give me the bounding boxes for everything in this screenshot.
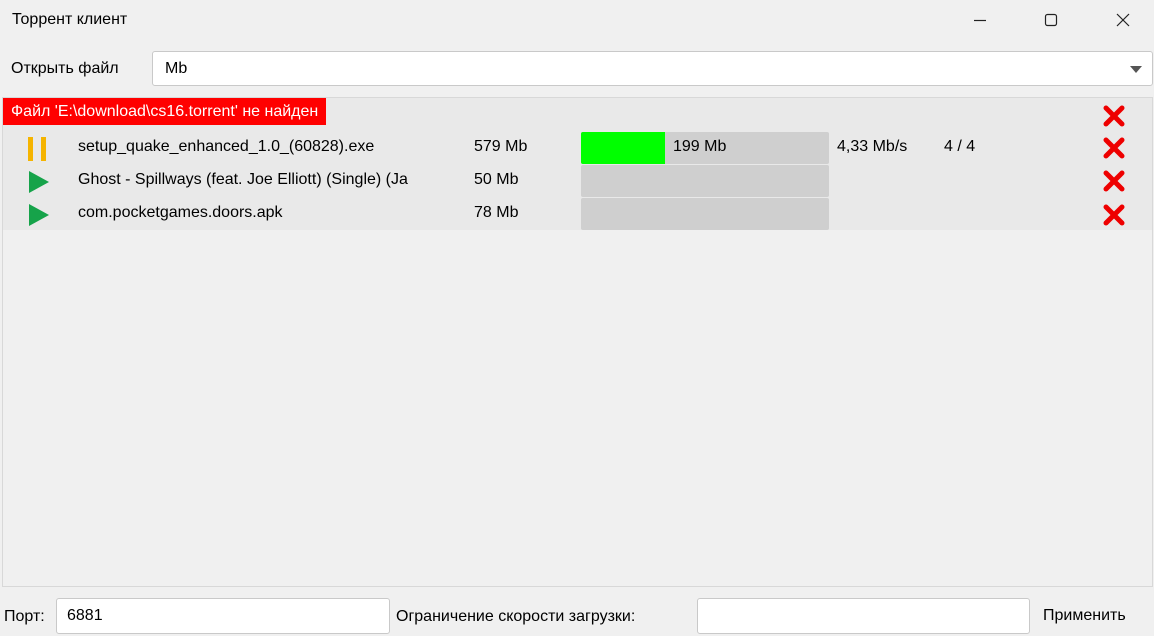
speed-limit-label: Ограничение скорости загрузки: [396,608,636,625]
apply-button[interactable]: Применить [1034,598,1154,634]
port-label: Порт: [4,608,45,625]
delete-torrent-button[interactable] [1101,135,1127,161]
unit-select-value: Mb [165,60,188,77]
minimize-icon [974,19,986,22]
progress-fill [581,132,666,164]
torrent-row: Ghost - Spillways (feat. Joe Elliott) (S… [3,164,1152,197]
pause-button[interactable] [25,135,51,161]
play-icon [29,171,49,193]
torrent-row: com.pocketgames.doors.apk 78 Mb [3,197,1152,230]
progress-bar: 199 Mb [581,132,829,164]
delete-torrent-button[interactable] [1101,168,1127,194]
torrent-name: com.pocketgames.doors.apk [78,204,283,221]
torrent-size: 78 Mb [474,204,519,221]
torrent-name: Ghost - Spillways (feat. Joe Elliott) (S… [78,171,408,188]
pause-icon [28,137,46,161]
delete-icon [1103,105,1125,127]
minimize-button[interactable] [956,0,1004,40]
dismiss-error-button[interactable] [1101,103,1127,129]
unit-select[interactable]: Mb [152,51,1153,86]
maximize-icon [1044,13,1058,27]
delete-icon [1103,137,1125,159]
play-button[interactable] [25,168,51,194]
title-bar: Торрент клиент [0,0,1154,40]
chevron-down-icon [1130,66,1142,73]
progress-bar [581,165,829,197]
delete-torrent-button[interactable] [1101,202,1127,228]
speed-limit-input[interactable] [697,598,1030,634]
download-speed: 4,33 Mb/s [837,138,908,155]
delete-icon [1103,170,1125,192]
play-button[interactable] [25,201,51,227]
torrent-list: Файл 'E:\download\cs16.torrent' не найде… [2,97,1153,587]
delete-icon [1103,204,1125,226]
torrent-row: setup_quake_enhanced_1.0_(60828).exe 579 … [3,131,1152,164]
close-button[interactable] [1099,0,1147,40]
window-title: Торрент клиент [12,11,128,28]
play-icon [29,204,49,226]
downloaded-amount: 199 Mb [673,138,727,155]
torrent-name: setup_quake_enhanced_1.0_(60828).exe [78,138,375,155]
port-input[interactable] [56,598,390,634]
torrent-size: 579 Mb [474,138,528,155]
open-file-label: Открыть файл [11,60,119,77]
progress-bar [581,198,829,230]
close-icon [1116,13,1130,27]
peers-count: 4 / 4 [944,138,976,155]
torrent-size: 50 Mb [474,171,519,188]
error-banner: Файл 'E:\download\cs16.torrent' не найде… [3,98,327,125]
maximize-button[interactable] [1027,0,1075,40]
